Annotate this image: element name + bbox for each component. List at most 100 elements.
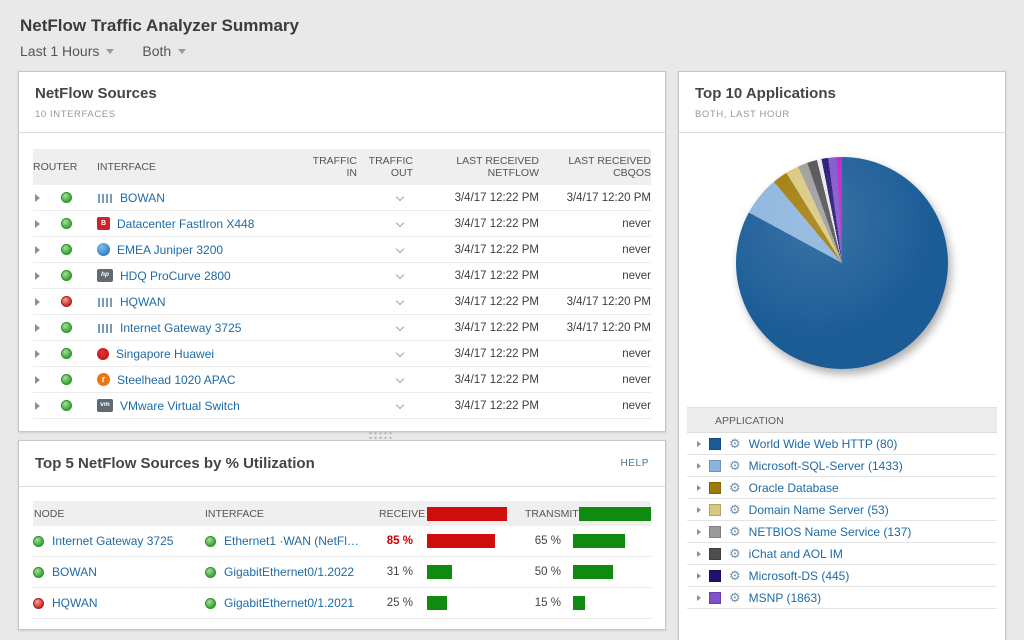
expand-arrow-icon[interactable] [35,272,40,280]
transmit-bar [573,596,585,610]
application-link[interactable]: Oracle Database [749,481,839,495]
traffic-dropdown-icon[interactable] [396,348,404,356]
gear-icon[interactable] [729,459,741,472]
application-link[interactable]: Microsoft-DS (445) [749,569,850,583]
node-link[interactable]: HQWAN [52,596,98,610]
application-legend: World Wide Web HTTP (80) Microsoft-SQL-S… [687,433,997,609]
direction-dropdown[interactable]: Both [142,43,186,59]
filter-bar: Last 1 Hours Both [20,43,1004,59]
expand-arrow-icon[interactable] [35,324,40,332]
traffic-dropdown-icon[interactable] [396,374,404,382]
help-link[interactable]: HELP [620,458,649,469]
transmit-bar [573,534,625,548]
interface-link[interactable]: GigabitEthernet0/1.2021 [224,596,354,610]
last-cbqos-value: never [539,348,651,360]
column-header-transmit: TRANSMIT [507,507,651,521]
expand-arrow-icon[interactable] [35,350,40,358]
application-link[interactable]: Microsoft-SQL-Server (1433) [749,459,903,473]
expand-arrow-icon[interactable] [35,376,40,384]
gear-icon[interactable] [729,591,741,604]
interface-link[interactable]: GigabitEthernet0/1.2022 [224,565,354,579]
expand-arrow-icon[interactable] [35,298,40,306]
table-row: HQWAN 3/4/17 12:22 PM 3/4/17 12:20 PM [33,289,651,315]
application-column-header: APPLICATION [687,407,997,433]
traffic-dropdown-icon[interactable] [396,322,404,330]
table-row: Internet Gateway 3725 3/4/17 12:22 PM 3/… [33,315,651,341]
cisco-icon [97,295,113,308]
list-item: Microsoft-DS (445) [687,565,997,587]
expand-arrow-icon[interactable] [35,246,40,254]
expand-arrow-icon[interactable] [697,595,701,601]
drag-handle-icon[interactable] [368,431,394,440]
interface-link[interactable]: VMware Virtual Switch [120,399,240,413]
sources-table-body: BOWAN 3/4/17 12:22 PM 3/4/17 12:20 PM Da… [33,185,651,419]
time-range-dropdown[interactable]: Last 1 Hours [20,43,114,59]
expand-arrow-icon[interactable] [697,551,701,557]
transmit-bar [573,565,613,579]
top5-utilization-panel: Top 5 NetFlow Sources by % Utilization H… [18,440,666,630]
traffic-dropdown-icon[interactable] [396,192,404,200]
interface-link[interactable]: Singapore Huawei [116,347,214,361]
top-applications-pie-chart[interactable] [736,157,948,369]
receive-legend-bar [427,507,507,521]
table-row: EMEA Juniper 3200 3/4/17 12:22 PM never [33,237,651,263]
expand-arrow-icon[interactable] [35,220,40,228]
expand-arrow-icon[interactable] [697,463,701,469]
table-row: Datacenter FastIron X448 3/4/17 12:22 PM… [33,211,651,237]
interface-link[interactable]: Internet Gateway 3725 [120,321,241,335]
list-item: Microsoft-SQL-Server (1433) [687,455,997,477]
status-icon [33,598,44,609]
transmit-percent: 65 % [507,535,561,547]
top-applications-panel: Top 10 Applications BOTH, LAST HOUR APPL… [678,71,1006,640]
list-item: World Wide Web HTTP (80) [687,433,997,455]
status-icon [33,567,44,578]
last-cbqos-value: 3/4/17 12:20 PM [539,296,651,308]
expand-arrow-icon[interactable] [697,573,701,579]
list-item: NETBIOS Name Service (137) [687,521,997,543]
interface-link[interactable]: HDQ ProCurve 2800 [120,269,231,283]
gear-icon[interactable] [729,525,741,538]
traffic-dropdown-icon[interactable] [396,400,404,408]
interface-link[interactable]: Steelhead 1020 APAC [117,373,236,387]
column-header-last-netflow: LAST RECEIVED NETFLOW [413,150,539,184]
gear-icon[interactable] [729,503,741,516]
gear-icon[interactable] [729,547,741,560]
interface-link[interactable]: Ethernet1 ·WAN (NetFlow) [224,534,363,548]
status-icon [61,348,72,359]
application-color-swatch [709,438,721,450]
expand-arrow-icon[interactable] [697,485,701,491]
gear-icon[interactable] [729,569,741,582]
interface-link[interactable]: HQWAN [120,295,166,309]
column-header-router: ROUTER [33,156,97,178]
interface-link[interactable]: EMEA Juniper 3200 [117,243,223,257]
interface-link[interactable]: BOWAN [120,191,165,205]
application-link[interactable]: iChat and AOL IM [749,547,843,561]
expand-arrow-icon[interactable] [35,194,40,202]
application-link[interactable]: Domain Name Server (53) [749,503,889,517]
table-row: Singapore Huawei 3/4/17 12:22 PM never [33,341,651,367]
receive-bar [427,596,447,610]
list-item: MSNP (1863) [687,587,997,609]
expand-arrow-icon[interactable] [697,529,701,535]
table-row: HDQ ProCurve 2800 3/4/17 12:22 PM never [33,263,651,289]
status-icon [61,400,72,411]
application-link[interactable]: World Wide Web HTTP (80) [749,437,898,451]
gear-icon[interactable] [729,437,741,450]
traffic-dropdown-icon[interactable] [396,244,404,252]
node-link[interactable]: BOWAN [52,565,97,579]
traffic-dropdown-icon[interactable] [396,296,404,304]
traffic-dropdown-icon[interactable] [396,218,404,226]
interface-link[interactable]: Datacenter FastIron X448 [117,217,254,231]
traffic-dropdown-icon[interactable] [396,270,404,278]
expand-arrow-icon[interactable] [697,441,701,447]
last-netflow-value: 3/4/17 12:22 PM [413,296,539,308]
column-header-last-cbqos: LAST RECEIVED CBQOS [539,150,651,184]
expand-arrow-icon[interactable] [697,507,701,513]
application-link[interactable]: MSNP (1863) [749,591,821,605]
application-link[interactable]: NETBIOS Name Service (137) [749,525,912,539]
receive-bar [427,534,495,548]
gear-icon[interactable] [729,481,741,494]
expand-arrow-icon[interactable] [35,402,40,410]
node-link[interactable]: Internet Gateway 3725 [52,534,173,548]
time-range-value: Last 1 Hours [20,43,99,59]
